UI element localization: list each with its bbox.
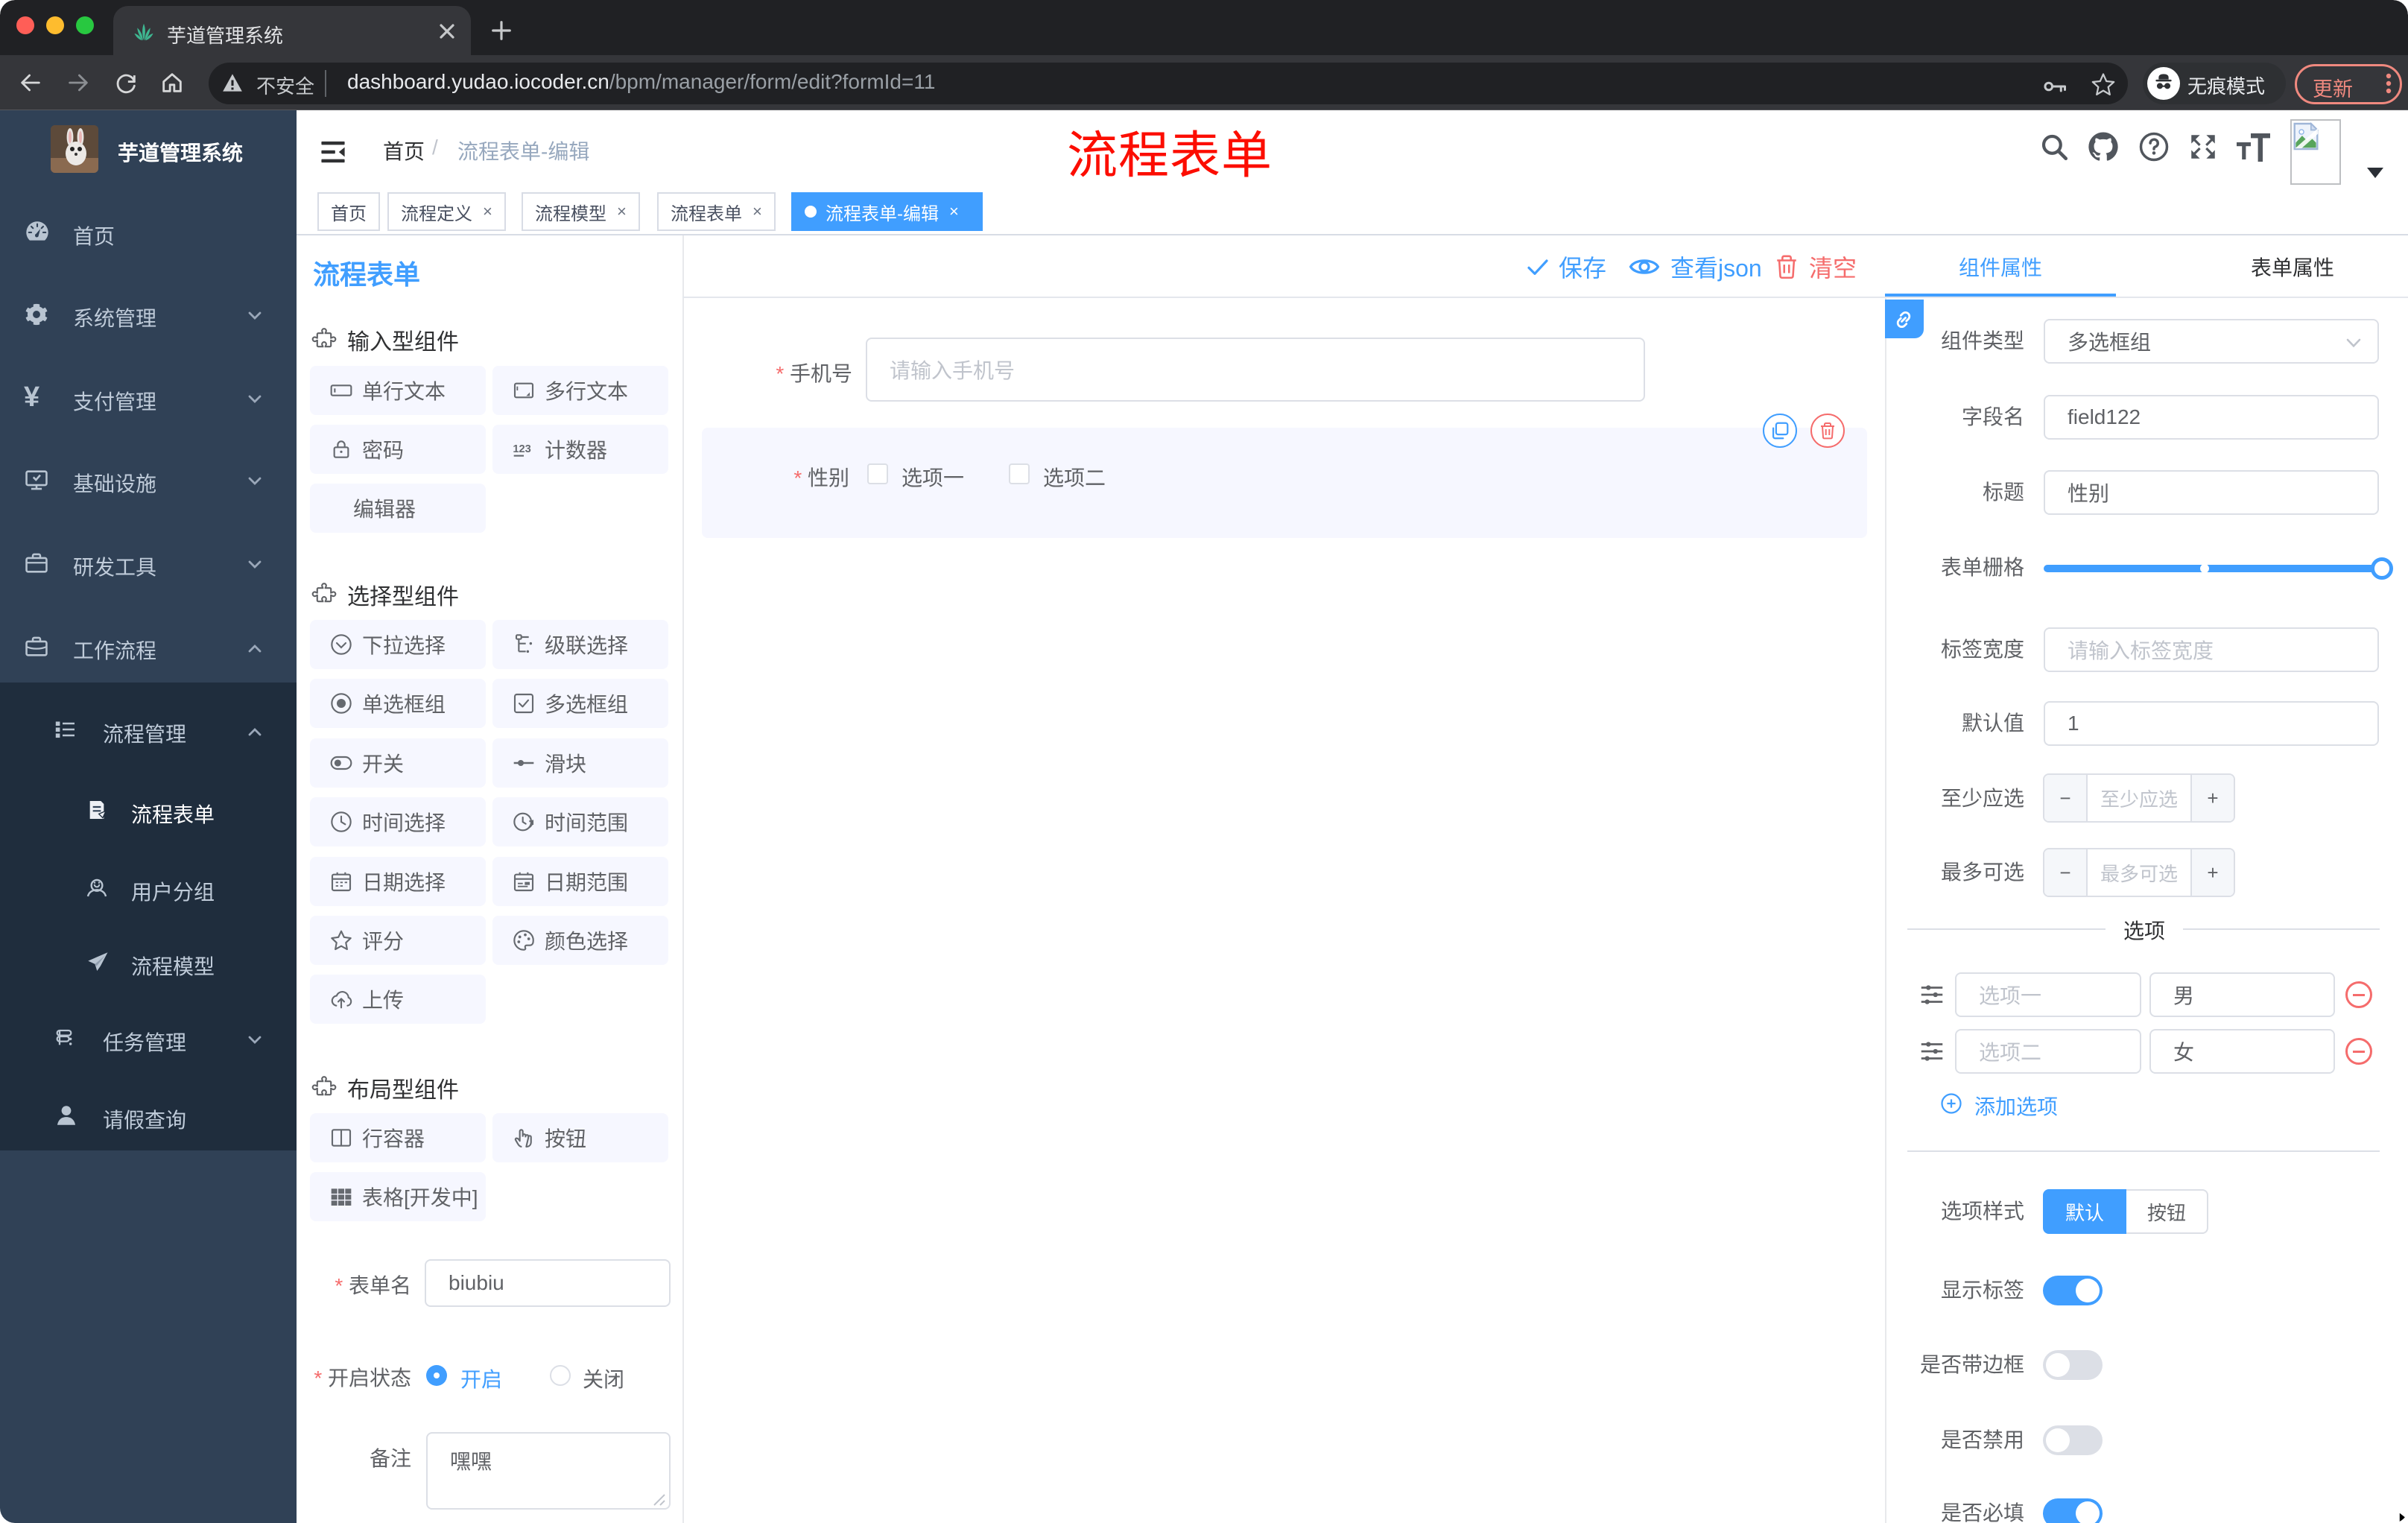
svg-text:123: 123: [513, 443, 530, 455]
